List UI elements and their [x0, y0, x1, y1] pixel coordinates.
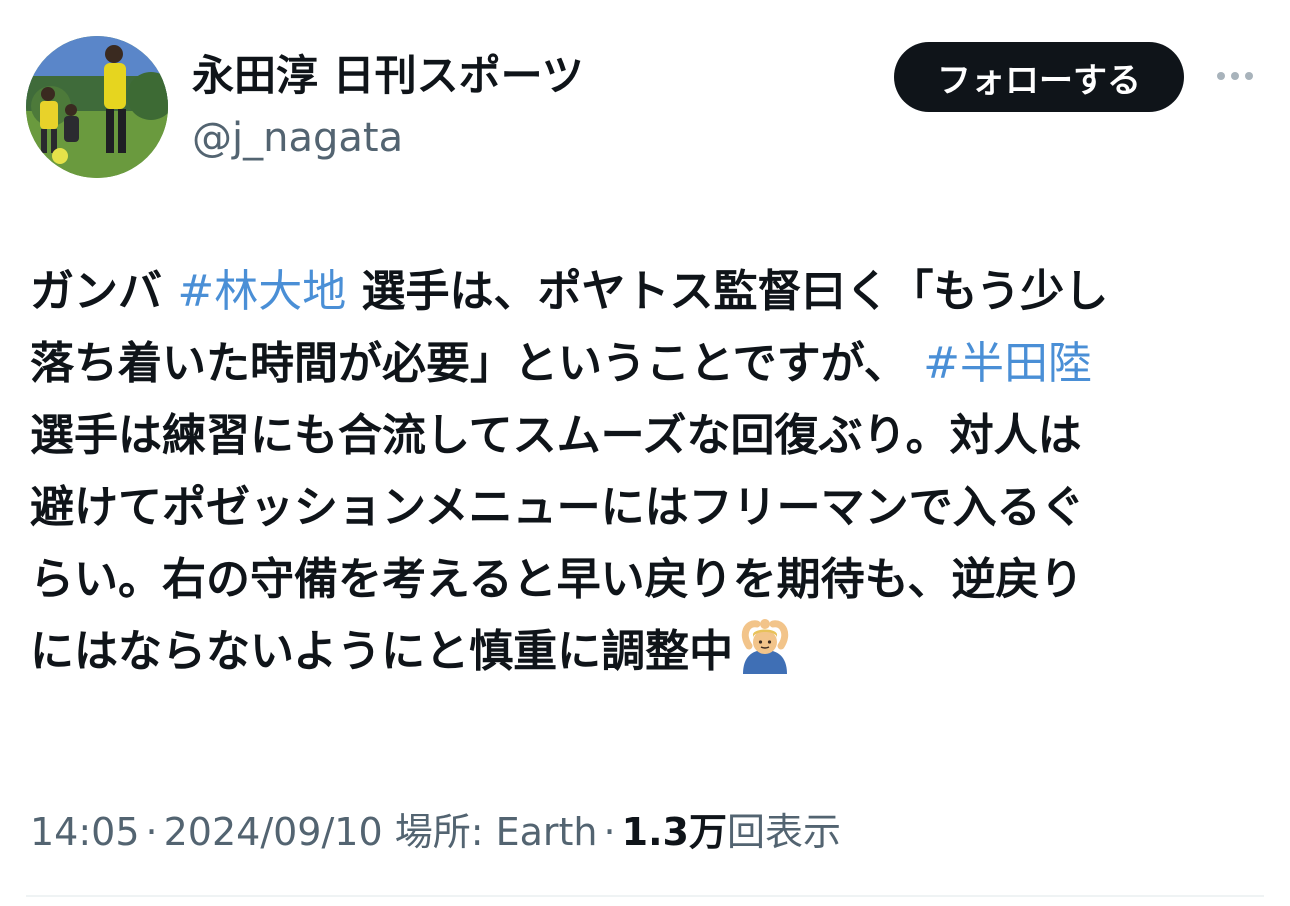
author-handle[interactable]: @j_nagata: [192, 112, 403, 164]
tweet-line: ガンバ #林大地 選手は、ポヤトス監督曰く「もう少し: [30, 256, 1270, 328]
hashtag-link[interactable]: #半田陸: [923, 338, 1092, 389]
tweet-header: 永田淳 日刊スポーツ @j_nagata フォローする: [0, 0, 1290, 200]
tweet-text: ガンバ #林大地 選手は、ポヤトス監督曰く「もう少し 落ち着いた時間が必要」とい…: [30, 256, 1270, 688]
more-dots-icon[interactable]: [1210, 56, 1260, 96]
views-label[interactable]: 回表示: [727, 810, 841, 854]
tweet-line: らい。右の守備を考えると早い戻りを期待も、逆戻り: [30, 544, 1270, 616]
tweet-text-segment: 選手は、ポヤトス監督曰く「もう少し: [346, 266, 1109, 317]
dot: [1245, 72, 1253, 80]
divider: [26, 895, 1264, 897]
tweet-line: にはならないようにと慎重に調整中: [30, 616, 1270, 688]
tweet-line: 選手は練習にも合流してスムーズな回復ぶり。対人は: [30, 400, 1270, 472]
views-count[interactable]: 1.3万: [622, 810, 727, 854]
hashtag-link[interactable]: #林大地: [177, 266, 346, 317]
dot: [1231, 72, 1239, 80]
tweet-location: 場所: Earth: [394, 810, 598, 854]
tweet-text-segment: ガンバ: [30, 266, 178, 317]
tweet-line: 避けてポゼッションメニューにはフリーマンで入るぐ: [30, 472, 1270, 544]
meta-separator: ·: [603, 810, 616, 854]
tweet-meta: 14:05 · 2024/09/10 場所: Earth · 1.3万回表示: [30, 806, 841, 858]
tweet-time[interactable]: 14:05: [30, 810, 140, 854]
tweet-text-segment: 避けてポゼッションメニューにはフリーマンで入るぐ: [30, 482, 1085, 533]
tweet-text-segment: 選手は練習にも合流してスムーズな回復ぶり。対人は: [30, 410, 1082, 461]
tweet-text-segment: にはならないようにと慎重に調整中: [30, 626, 734, 677]
tweet-text-segment: らい。右の守備を考えると早い戻りを期待も、逆戻り: [30, 554, 1084, 605]
avatar-photo: [26, 36, 168, 178]
meta-separator: ·: [145, 810, 158, 854]
author-display-name[interactable]: 永田淳 日刊スポーツ: [192, 48, 584, 104]
author-avatar[interactable]: [26, 36, 168, 178]
person-gesturing-ok-icon: [742, 619, 789, 674]
follow-button[interactable]: フォローする: [894, 42, 1184, 112]
tweet-line: 落ち着いた時間が必要」ということですが、 #半田陸: [30, 328, 1270, 400]
dot: [1217, 72, 1225, 80]
tweet-date[interactable]: 2024/09/10: [164, 810, 383, 854]
tweet-text-segment: 落ち着いた時間が必要」ということですが、: [30, 338, 924, 389]
